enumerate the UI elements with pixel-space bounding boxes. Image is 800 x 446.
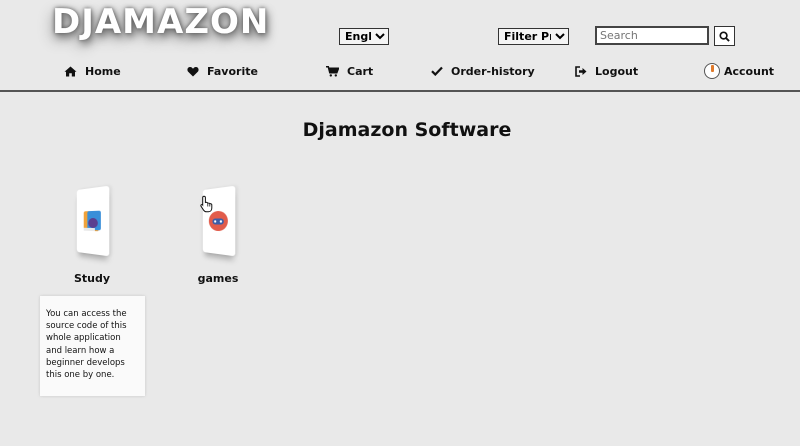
language-select[interactable]: English — [339, 28, 389, 45]
category-card-games[interactable]: games — [178, 185, 258, 285]
book-icon — [83, 210, 101, 232]
category-label-games: games — [197, 272, 239, 285]
home-icon — [64, 66, 77, 76]
heart-icon — [187, 66, 199, 76]
avatar — [704, 63, 720, 79]
nav-home[interactable]: Home — [64, 63, 121, 79]
info-tooltip: You can access the source code of this w… — [40, 296, 145, 396]
nav-account[interactable]: Account — [704, 63, 774, 79]
search-icon — [719, 30, 730, 42]
search-input[interactable] — [595, 26, 709, 45]
category-card-study[interactable]: Study — [52, 185, 132, 285]
category-label-study: Study — [73, 272, 111, 285]
nav-logout[interactable]: Logout — [575, 63, 638, 79]
nav-order-history-label: Order-history — [451, 64, 535, 78]
category-thumbnail — [76, 185, 110, 257]
nav-cart[interactable]: Cart — [326, 63, 373, 79]
nav-logout-label: Logout — [595, 64, 639, 78]
nav-home-label: Home — [85, 64, 121, 78]
check-icon — [431, 66, 443, 76]
hand-pointer-icon — [200, 195, 213, 213]
sign-out-icon — [575, 65, 587, 77]
page-title: Djamazon Software — [302, 119, 512, 141]
nav-favorite[interactable]: Favorite — [187, 63, 258, 79]
nav-cart-label: Cart — [347, 64, 374, 78]
nav-account-label: Account — [724, 64, 775, 78]
cart-icon — [326, 65, 339, 77]
logo[interactable]: DJAMAZON — [52, 2, 269, 42]
header: DJAMAZON English Filter Price Home Favor… — [0, 0, 800, 92]
filter-price-select[interactable]: Filter Price — [498, 28, 569, 45]
search-button[interactable] — [714, 26, 735, 46]
nav-order-history[interactable]: Order-history — [431, 63, 535, 79]
nav-favorite-label: Favorite — [207, 64, 258, 78]
